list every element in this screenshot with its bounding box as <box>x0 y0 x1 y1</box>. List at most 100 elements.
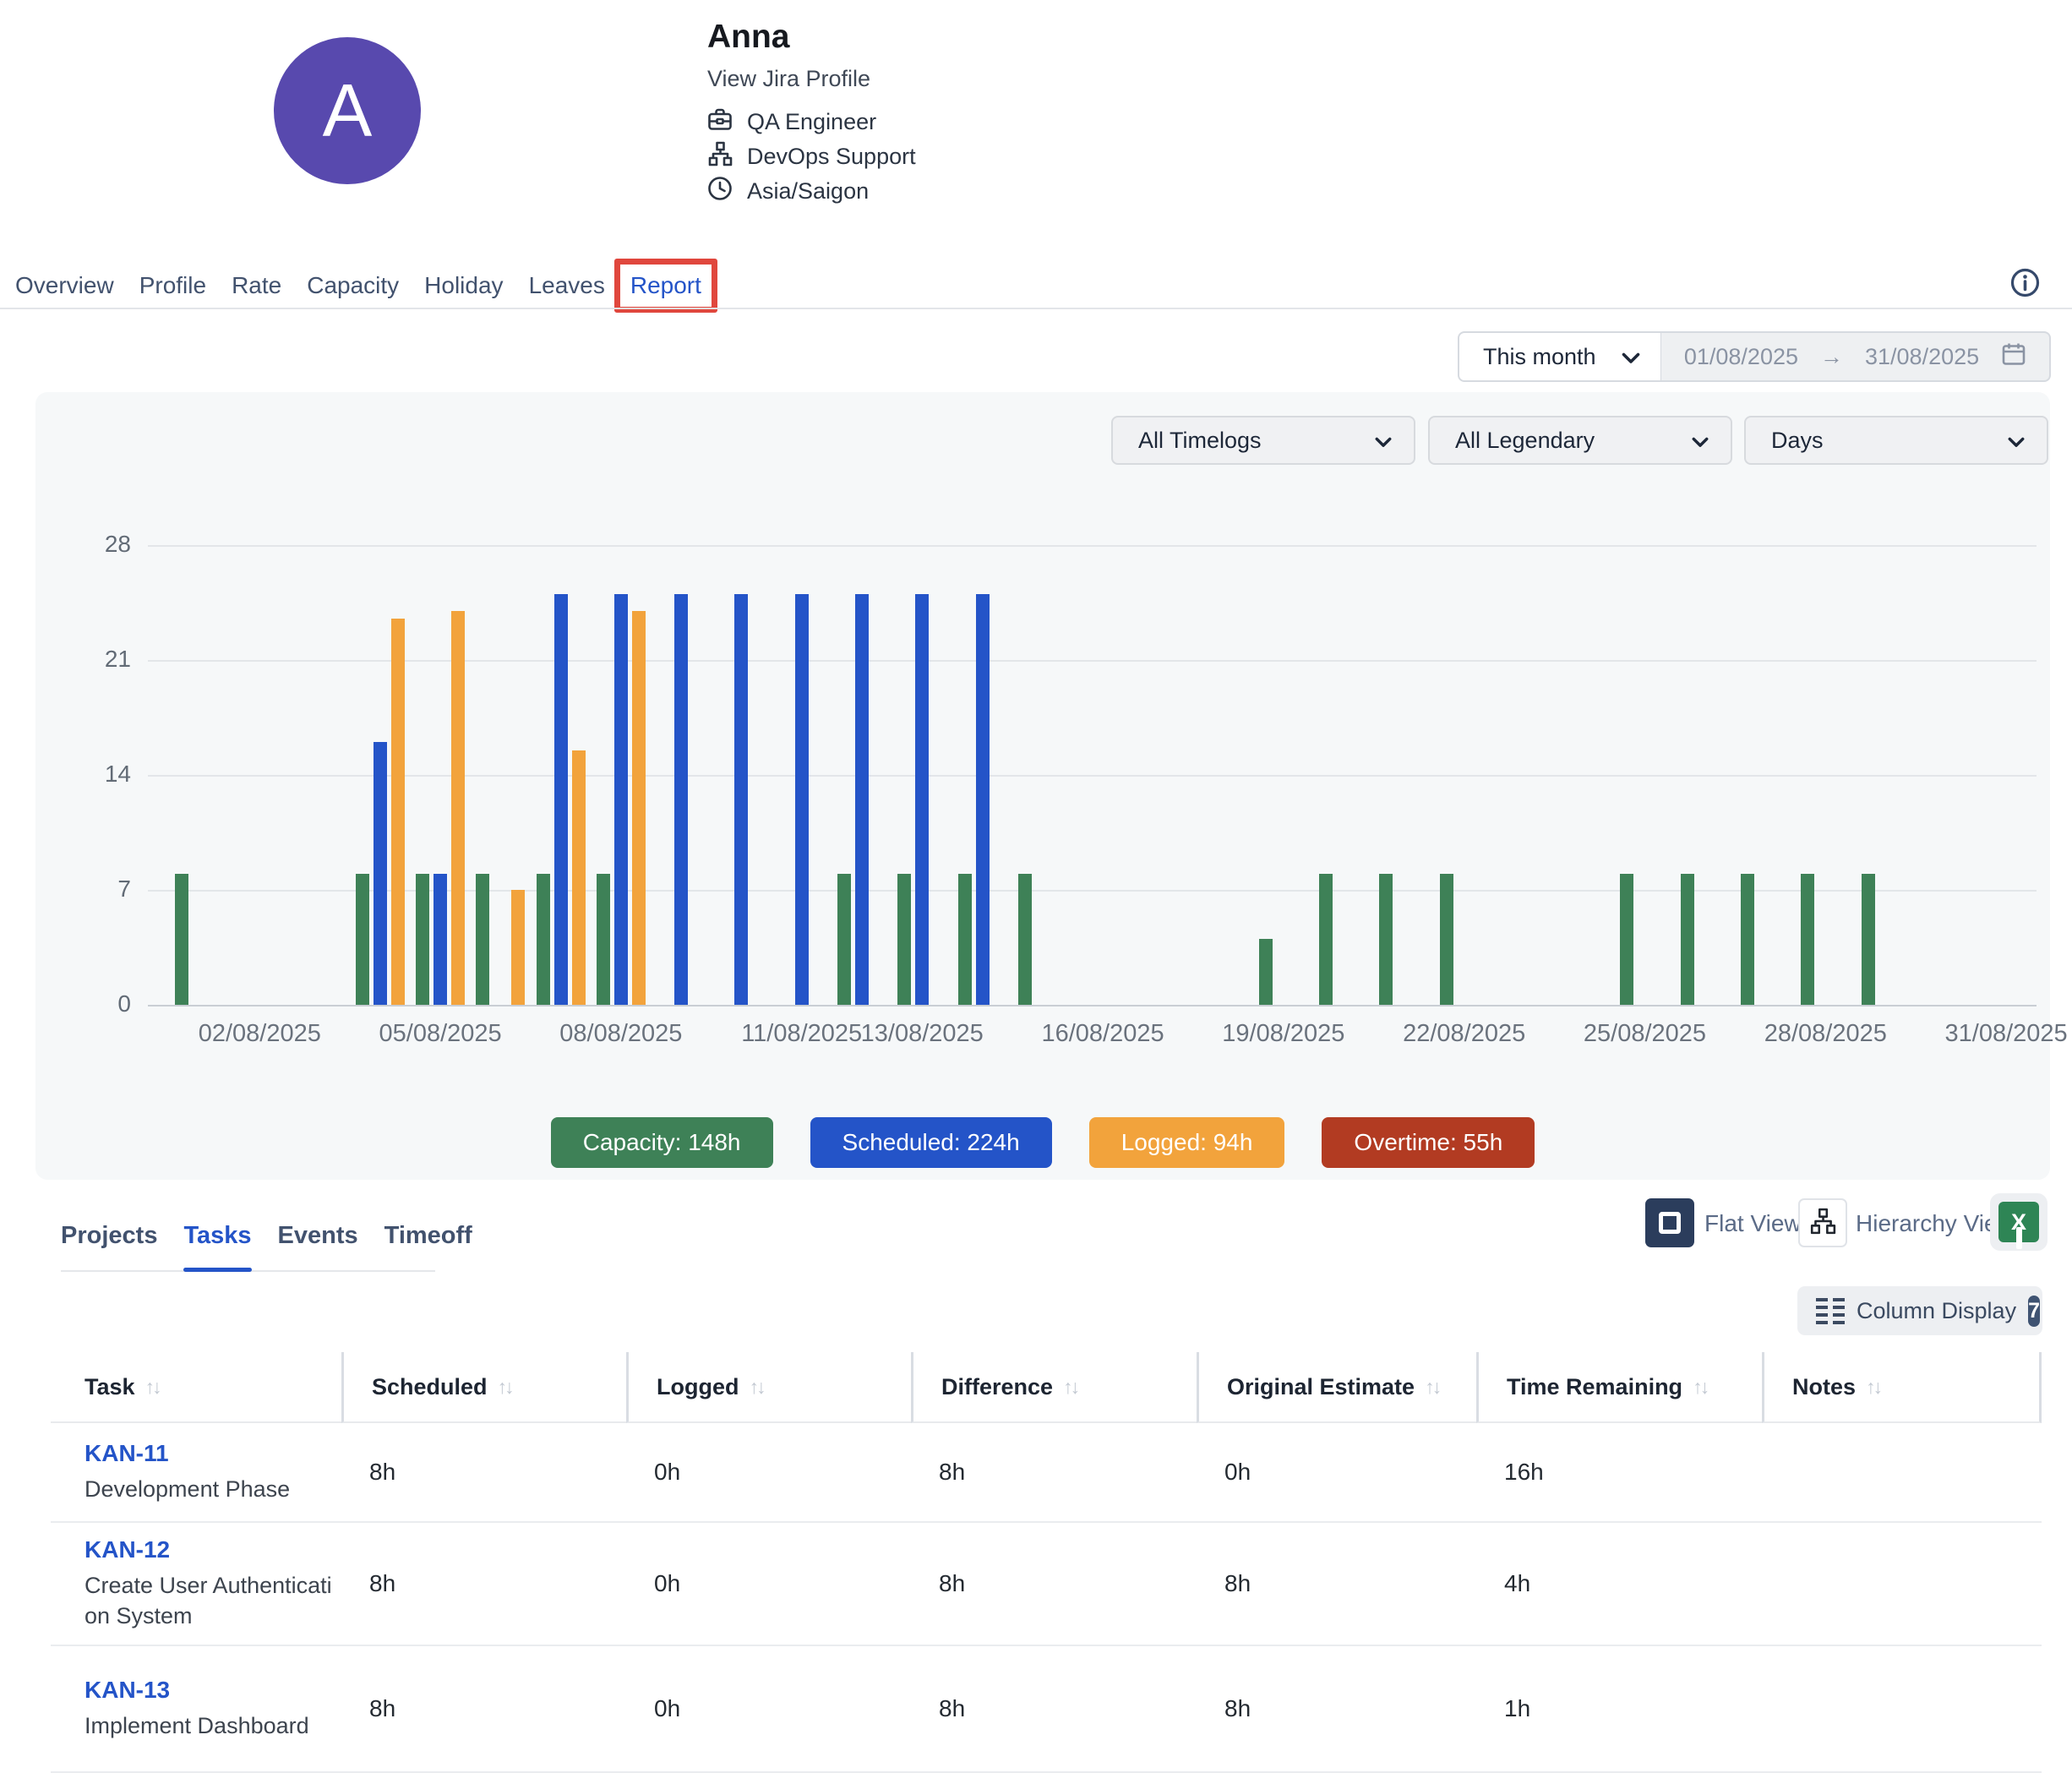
cell-kan-13-time-remaining: 1h <box>1476 1646 1762 1773</box>
sort-icon[interactable]: ↑↓ <box>1063 1376 1077 1399</box>
y-axis-tick-14: 14 <box>70 761 131 788</box>
column-header-original-estimate[interactable]: Original Estimate↑↓ <box>1197 1352 1476 1423</box>
excel-export-button[interactable]: X <box>1990 1193 2047 1251</box>
column-header-notes[interactable]: Notes ↑↓ <box>1762 1352 2042 1423</box>
table-row-task-kan-12: KAN-12Create User Authentication System <box>51 1523 341 1646</box>
annotation-highlight-box <box>614 259 717 313</box>
capacity-bar-day-20 <box>1319 874 1333 1005</box>
tab-tasks[interactable]: Tasks <box>183 1222 251 1270</box>
profile-role-row: QA Engineer <box>707 105 916 139</box>
sort-icon[interactable]: ↑↓ <box>1693 1376 1707 1399</box>
profile-team: DevOps Support <box>747 144 916 170</box>
cell-kan-12-original-estimate: 8h <box>1197 1523 1476 1646</box>
granularity-filter-select[interactable]: Days <box>1744 416 2048 465</box>
report-tabs: ProjectsTasksEventsTimeoff <box>61 1222 435 1272</box>
scheduled-bar-day-10 <box>734 594 748 1005</box>
nav-item-capacity[interactable]: Capacity <box>307 272 399 299</box>
x-axis-tick-13/08/2025: 13/08/2025 <box>846 1020 998 1048</box>
gridline-14 <box>148 775 2037 777</box>
scheduled-bar-day-4 <box>374 742 387 1005</box>
tab-projects[interactable]: Projects <box>61 1222 157 1270</box>
date-range-field[interactable]: 01/08/2025 → 31/08/2025 <box>1661 331 2051 382</box>
columns-icon <box>1816 1298 1845 1324</box>
x-axis-tick-19/08/2025: 19/08/2025 <box>1208 1020 1360 1048</box>
y-axis-tick-0: 0 <box>70 990 131 1017</box>
legend-button-capacity[interactable]: Capacity: 148h <box>551 1117 773 1168</box>
tab-events[interactable]: Events <box>278 1222 358 1270</box>
column-header-label: Notes <box>1792 1374 1856 1400</box>
granularity-filter-value: Days <box>1771 428 1824 454</box>
sort-icon[interactable]: ↑↓ <box>1866 1376 1880 1399</box>
capacity-bar-day-28 <box>1801 874 1814 1005</box>
cell-kan-12-difference: 8h <box>911 1523 1197 1646</box>
capacity-bar-chart: 2821147002/08/202505/08/202508/08/202511… <box>148 545 2037 1007</box>
org-chart-icon <box>1809 1208 1836 1239</box>
x-axis-tick-05/08/2025: 05/08/2025 <box>364 1020 516 1048</box>
capacity-bar-day-1 <box>175 874 188 1005</box>
cell-kan-13-difference: 8h <box>911 1646 1197 1773</box>
gridline-0 <box>148 1005 2037 1007</box>
square-outline-icon <box>1659 1212 1681 1234</box>
nav-item-rate[interactable]: Rate <box>232 272 281 299</box>
calendar-icon[interactable] <box>2001 341 2026 373</box>
scheduled-bar-day-13 <box>915 594 929 1005</box>
scheduled-bar-day-11 <box>795 594 809 1005</box>
capacity-bar-day-25 <box>1620 874 1633 1005</box>
column-header-logged[interactable]: Logged↑↓ <box>626 1352 911 1423</box>
scheduled-bar-day-5 <box>433 874 447 1005</box>
column-display-button[interactable]: Column Display 7 <box>1797 1286 2042 1335</box>
date-end: 31/08/2025 <box>1865 344 1979 370</box>
task-link-kan-13[interactable]: KAN-13 <box>85 1677 170 1704</box>
column-header-scheduled[interactable]: Scheduled ↑↓ <box>341 1352 626 1423</box>
nav-item-report[interactable]: Report <box>630 272 701 299</box>
profile-timezone-row: Asia/Saigon <box>707 174 916 209</box>
nav-item-overview[interactable]: Overview <box>15 272 114 299</box>
legend-button-logged[interactable]: Logged: 94h <box>1089 1117 1285 1168</box>
logged-bar-day-4 <box>391 619 405 1005</box>
nav-item-leaves[interactable]: Leaves <box>529 272 605 299</box>
chevron-down-icon <box>1375 428 1392 454</box>
hierarchy-view-button[interactable] <box>1798 1198 1847 1247</box>
scheduled-bar-day-12 <box>855 594 869 1005</box>
date-start: 01/08/2025 <box>1684 344 1798 370</box>
cell-kan-12-logged: 0h <box>626 1523 911 1646</box>
legend-button-overtime[interactable]: Overtime: 55h <box>1322 1117 1535 1168</box>
nav-item-profile[interactable]: Profile <box>139 272 206 299</box>
cell-kan-13-logged: 0h <box>626 1646 911 1773</box>
view-jira-profile-link[interactable]: View Jira Profile <box>707 66 870 92</box>
legend-button-scheduled[interactable]: Scheduled: 224h <box>810 1117 1052 1168</box>
flat-view-button[interactable] <box>1645 1198 1694 1247</box>
capacity-bar-day-6 <box>476 874 489 1005</box>
info-icon[interactable] <box>2009 267 2041 303</box>
legendary-filter-select[interactable]: All Legendary <box>1428 416 1732 465</box>
chevron-down-icon <box>2008 428 2025 454</box>
capacity-bar-day-13 <box>897 874 911 1005</box>
column-header-difference[interactable]: Difference↑↓ <box>911 1352 1197 1423</box>
task-name: Implement Dashboard <box>85 1711 309 1741</box>
profile-timezone: Asia/Saigon <box>747 178 869 205</box>
chart-legend: Capacity: 148h Scheduled: 224h Logged: 94h… <box>35 1117 2050 1168</box>
date-preset-select[interactable]: This month <box>1458 331 1662 382</box>
task-link-kan-12[interactable]: KAN-12 <box>85 1536 170 1563</box>
logged-bar-day-7 <box>572 750 586 1005</box>
sort-icon[interactable]: ↑↓ <box>749 1376 763 1399</box>
sort-icon[interactable]: ↑↓ <box>498 1376 512 1399</box>
legendary-filter-value: All Legendary <box>1455 428 1595 454</box>
sort-icon[interactable]: ↑↓ <box>1425 1376 1439 1399</box>
arrow-right-icon: → <box>1820 344 1843 370</box>
cell-kan-12-scheduled: 8h <box>341 1523 626 1646</box>
tab-timeoff[interactable]: Timeoff <box>384 1222 472 1270</box>
timelogs-filter-select[interactable]: All Timelogs <box>1111 416 1415 465</box>
column-header-task[interactable]: Task↑↓ <box>51 1352 341 1423</box>
profile-team-row: DevOps Support <box>707 139 916 174</box>
task-name: Development Phase <box>85 1475 290 1504</box>
column-header-time-remaining[interactable]: Time Remaining↑↓ <box>1476 1352 1762 1423</box>
task-link-kan-11[interactable]: KAN-11 <box>85 1440 169 1467</box>
flat-view-label: Flat View <box>1704 1210 1802 1237</box>
y-axis-tick-28: 28 <box>70 531 131 558</box>
nav-item-holiday[interactable]: Holiday <box>424 272 503 299</box>
timelogs-filter-value: All Timelogs <box>1138 428 1262 454</box>
cell-kan-13-original-estimate: 8h <box>1197 1646 1476 1773</box>
column-header-label: Scheduled <box>372 1374 488 1400</box>
sort-icon[interactable]: ↑↓ <box>145 1376 160 1399</box>
